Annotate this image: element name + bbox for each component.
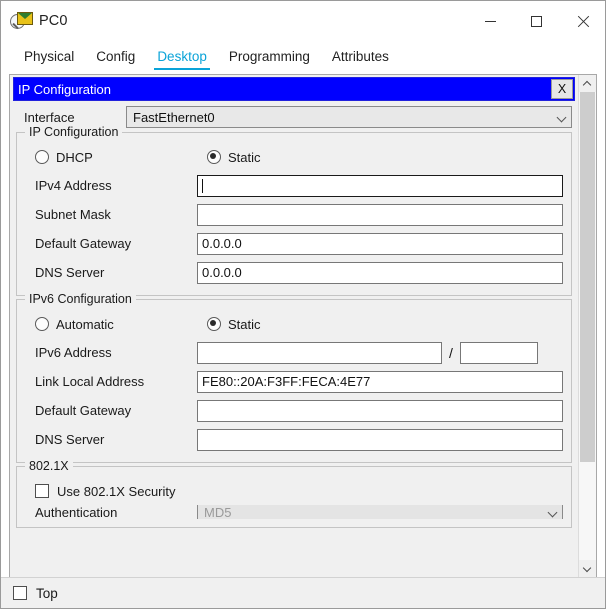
- scrollbar-track[interactable]: [579, 92, 596, 560]
- dot1x-authentication-select[interactable]: MD5: [197, 505, 563, 519]
- ipv6-prefix-input[interactable]: [459, 341, 538, 364]
- ipv4-default-gateway-row: Default Gateway 0.0.0.0: [25, 229, 563, 258]
- ipv4-default-gateway-label: Default Gateway: [35, 236, 132, 251]
- top-label: Top: [36, 585, 58, 601]
- ipv6-default-gateway-label: Default Gateway: [35, 403, 132, 418]
- ipv4-default-gateway-input[interactable]: 0.0.0.0: [197, 232, 563, 255]
- maximize-icon: [530, 15, 542, 27]
- ipv4-dhcp-label: DHCP: [56, 149, 93, 165]
- ipv4-dns-server-row: DNS Server 0.0.0.0: [25, 258, 563, 287]
- ipv6-link-local-value: FE80::20A:F3FF:FECA:4E77: [202, 374, 371, 389]
- dot1x-authentication-row: Authentication MD5: [25, 505, 563, 519]
- subnet-mask-input[interactable]: [197, 203, 563, 226]
- ipv6-address-label: IPv6 Address: [35, 345, 112, 360]
- dot1x-group-title: 802.1X: [25, 459, 73, 473]
- ipv4-static-radio-option[interactable]: Static: [207, 150, 261, 165]
- ipv6-dns-server-input[interactable]: [197, 428, 563, 451]
- tab-physical[interactable]: Physical: [13, 49, 85, 71]
- ipv6-address-input[interactable]: [197, 341, 442, 364]
- ipv4-configuration-group: IP Configuration DHCP Static IPv4 Addres…: [16, 125, 572, 296]
- chevron-down-icon: [548, 508, 557, 517]
- text-caret: [202, 178, 203, 193]
- ipv6-dns-server-row: DNS Server: [25, 425, 563, 454]
- ipv6-link-local-label: Link Local Address: [35, 374, 145, 389]
- ipv6-static-label: Static: [228, 316, 261, 332]
- scroll-up-button[interactable]: [579, 75, 596, 92]
- ipv4-dhcp-radio[interactable]: [35, 150, 49, 164]
- ipv4-dns-server-value: 0.0.0.0: [202, 265, 242, 280]
- ipv6-automatic-label: Automatic: [56, 316, 114, 332]
- packet-tracer-pc-icon: [10, 10, 33, 32]
- ipv4-address-input[interactable]: [197, 174, 563, 197]
- ipv4-static-radio[interactable]: [207, 150, 221, 164]
- tab-config[interactable]: Config: [85, 49, 146, 71]
- subnet-mask-label: Subnet Mask: [35, 207, 111, 222]
- ipv4-dns-server-input[interactable]: 0.0.0.0: [197, 261, 563, 284]
- interface-select[interactable]: FastEthernet0: [126, 106, 572, 128]
- tab-programming[interactable]: Programming: [218, 49, 321, 71]
- maximize-button[interactable]: [513, 1, 559, 41]
- ip-configuration-header: IP Configuration X: [13, 77, 575, 101]
- use-dot1x-security-checkbox[interactable]: [35, 484, 49, 498]
- ipv6-static-radio[interactable]: [207, 317, 221, 331]
- use-dot1x-security-row[interactable]: Use 802.1X Security: [25, 477, 563, 505]
- window-title: PC0: [39, 13, 68, 29]
- top-checkbox[interactable]: [13, 586, 27, 600]
- subnet-mask-row: Subnet Mask: [25, 200, 563, 229]
- ipv4-mode-row: DHCP Static: [25, 143, 563, 171]
- ipv4-static-label: Static: [228, 149, 261, 165]
- ipv4-group-title: IP Configuration: [25, 125, 123, 139]
- ipv6-mode-row: Automatic Static: [25, 310, 563, 338]
- ipv6-configuration-group: IPv6 Configuration Automatic Static IPv6…: [16, 292, 572, 463]
- ipv6-group-title: IPv6 Configuration: [25, 292, 136, 306]
- window-titlebar: PC0: [1, 1, 605, 41]
- tab-desktop[interactable]: Desktop: [146, 49, 218, 71]
- ipv6-default-gateway-input[interactable]: [197, 399, 563, 422]
- scroll-down-icon: [584, 565, 591, 572]
- ipv4-address-row: IPv4 Address: [25, 171, 563, 200]
- use-dot1x-security-label: Use 802.1X Security: [57, 483, 176, 499]
- scrollbar-thumb[interactable]: [580, 92, 595, 462]
- ipv6-address-row: IPv6 Address /: [25, 338, 563, 367]
- window-controls: [467, 1, 605, 41]
- ipv4-dhcp-radio-option[interactable]: DHCP: [35, 150, 207, 165]
- ipv4-dns-server-label: DNS Server: [35, 265, 105, 280]
- ipv6-prefix-separator: /: [449, 344, 453, 361]
- ipv6-automatic-radio[interactable]: [35, 317, 49, 331]
- ipv4-default-gateway-value: 0.0.0.0: [202, 236, 242, 251]
- chevron-down-icon: [557, 113, 566, 122]
- ip-configuration-header-title: IP Configuration: [18, 81, 111, 97]
- scroll-up-icon: [584, 80, 591, 87]
- ipv6-automatic-radio-option[interactable]: Automatic: [35, 317, 207, 332]
- interface-label: Interface: [24, 109, 75, 125]
- interface-select-value: FastEthernet0: [133, 109, 215, 125]
- close-button[interactable]: [559, 1, 605, 41]
- dot1x-group: 802.1X Use 802.1X Security Authenticatio…: [16, 459, 572, 528]
- ipv6-static-radio-option[interactable]: Static: [207, 317, 261, 332]
- ip-configuration-close-button[interactable]: X: [551, 79, 573, 99]
- ip-configuration-panel: IP Configuration X Interface FastEtherne…: [10, 75, 578, 577]
- minimize-button[interactable]: [467, 1, 513, 41]
- dot1x-authentication-label: Authentication: [35, 505, 118, 519]
- tab-attributes[interactable]: Attributes: [321, 49, 400, 71]
- close-icon: [576, 15, 589, 28]
- ipv4-address-label: IPv4 Address: [35, 178, 112, 193]
- ipv6-link-local-row: Link Local Address FE80::20A:F3FF:FECA:4…: [25, 367, 563, 396]
- minimize-icon: [484, 20, 496, 22]
- window-bottombar: Top: [1, 577, 605, 608]
- desktop-content-area: IP Configuration X Interface FastEtherne…: [9, 74, 597, 577]
- ipv6-link-local-input[interactable]: FE80::20A:F3FF:FECA:4E77: [197, 370, 563, 393]
- ipv6-default-gateway-row: Default Gateway: [25, 396, 563, 425]
- scroll-down-button[interactable]: [579, 560, 596, 577]
- dot1x-authentication-value: MD5: [204, 505, 232, 519]
- pc-device-window: PC0 Physical Config Desktop Programming …: [0, 0, 606, 609]
- vertical-scrollbar[interactable]: [578, 75, 596, 577]
- device-tabbar: Physical Config Desktop Programming Attr…: [1, 41, 605, 71]
- ipv6-dns-server-label: DNS Server: [35, 432, 105, 447]
